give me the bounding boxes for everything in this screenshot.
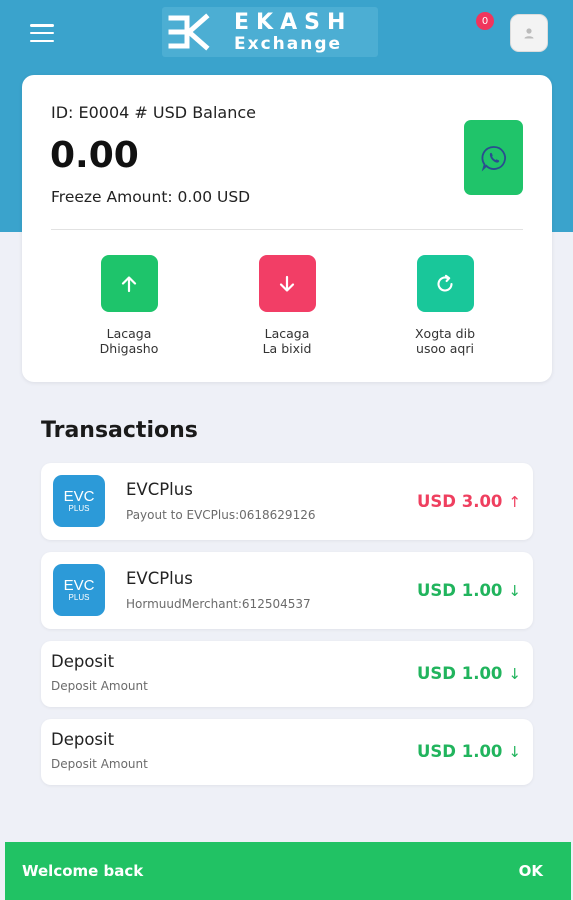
- freeze-amount: Freeze Amount: 0.00 USD: [51, 188, 251, 206]
- refresh-icon: [437, 274, 453, 292]
- user-icon: [524, 28, 534, 39]
- deposit-action[interactable]: Lacaga Dhigasho: [74, 255, 184, 356]
- transaction-amount: USD 1.00 ↓: [417, 742, 521, 761]
- arrow-up-icon: [121, 275, 137, 292]
- logo-line-2: Exchange: [234, 33, 343, 54]
- transaction-amount: USD 1.00 ↓: [417, 581, 521, 600]
- app-logo: EKASH Exchange: [162, 7, 378, 57]
- welcome-toast: Welcome back OK: [5, 842, 571, 900]
- transaction-title: EVCPlus: [126, 569, 193, 588]
- transaction-title: EVCPlus: [126, 480, 193, 499]
- whatsapp-button[interactable]: [464, 120, 523, 195]
- account-id-label: ID: E0004 # USD Balance: [51, 103, 257, 122]
- toast-ok-button[interactable]: OK: [519, 862, 543, 880]
- amount-value: USD 3.00: [416, 492, 503, 511]
- transaction-row[interactable]: EVC PLUS EVCPlus Payout to EVCPlus:061862…: [41, 463, 533, 540]
- deposit-label-line1: Lacaga: [106, 326, 152, 341]
- deposit-button[interactable]: [100, 255, 158, 312]
- transactions-title: Transactions: [41, 418, 198, 443]
- transaction-subtitle: HormuudMerchant:612504537: [126, 597, 311, 611]
- transaction-title: Deposit: [51, 652, 115, 671]
- deposit-label-line2: Dhigasho: [99, 341, 159, 356]
- amount-value: USD 1.00: [416, 742, 503, 761]
- refresh-action[interactable]: Xogta dib usoo aqri: [390, 255, 500, 356]
- transaction-row[interactable]: Deposit Deposit Amount USD 1.00 ↓: [41, 641, 533, 707]
- transaction-title: Deposit: [51, 730, 115, 749]
- whatsapp-icon: [480, 145, 506, 171]
- withdraw-label-line1: Lacaga: [264, 326, 310, 341]
- ek-logo-mark: [168, 13, 210, 51]
- transaction-subtitle: Payout to EVCPlus:0618629126: [126, 508, 316, 522]
- transaction-amount: USD 1.00 ↓: [417, 664, 521, 683]
- arrow-up-icon: ↑: [508, 493, 521, 511]
- notification-badge[interactable]: 0: [476, 12, 494, 30]
- amount-value: USD 1.00: [416, 581, 503, 600]
- withdraw-button[interactable]: [258, 255, 316, 312]
- transaction-subtitle: Deposit Amount: [51, 757, 148, 771]
- refresh-button[interactable]: [416, 255, 474, 312]
- evcplus-logo-icon: EVC PLUS: [53, 475, 105, 527]
- transaction-row[interactable]: Deposit Deposit Amount USD 1.00 ↓: [41, 719, 533, 785]
- arrow-down-icon: [279, 275, 295, 292]
- balance-amount: 0.00: [50, 135, 139, 176]
- refresh-label-line2: usoo aqri: [416, 341, 474, 356]
- transaction-amount: USD 3.00 ↑: [417, 492, 521, 511]
- hamburger-icon[interactable]: [30, 24, 54, 42]
- card-divider: [51, 229, 523, 230]
- arrow-down-icon: ↓: [508, 582, 521, 600]
- transaction-subtitle: Deposit Amount: [51, 679, 148, 693]
- refresh-label-line1: Xogta dib: [414, 326, 476, 341]
- transaction-row[interactable]: EVC PLUS EVCPlus HormuudMerchant:61250453…: [41, 552, 533, 629]
- avatar[interactable]: [510, 14, 548, 52]
- balance-card: ID: E0004 # USD Balance 0.00 Freeze Amou…: [22, 75, 552, 382]
- logo-line-1: EKASH: [234, 9, 353, 35]
- toast-message: Welcome back: [22, 862, 144, 880]
- evcplus-logo-icon: EVC PLUS: [53, 564, 105, 616]
- arrow-down-icon: ↓: [508, 743, 521, 761]
- arrow-down-icon: ↓: [508, 665, 521, 683]
- withdraw-label-line2: La bixid: [262, 341, 312, 356]
- withdraw-action[interactable]: Lacaga La bixid: [232, 255, 342, 356]
- amount-value: USD 1.00: [416, 664, 503, 683]
